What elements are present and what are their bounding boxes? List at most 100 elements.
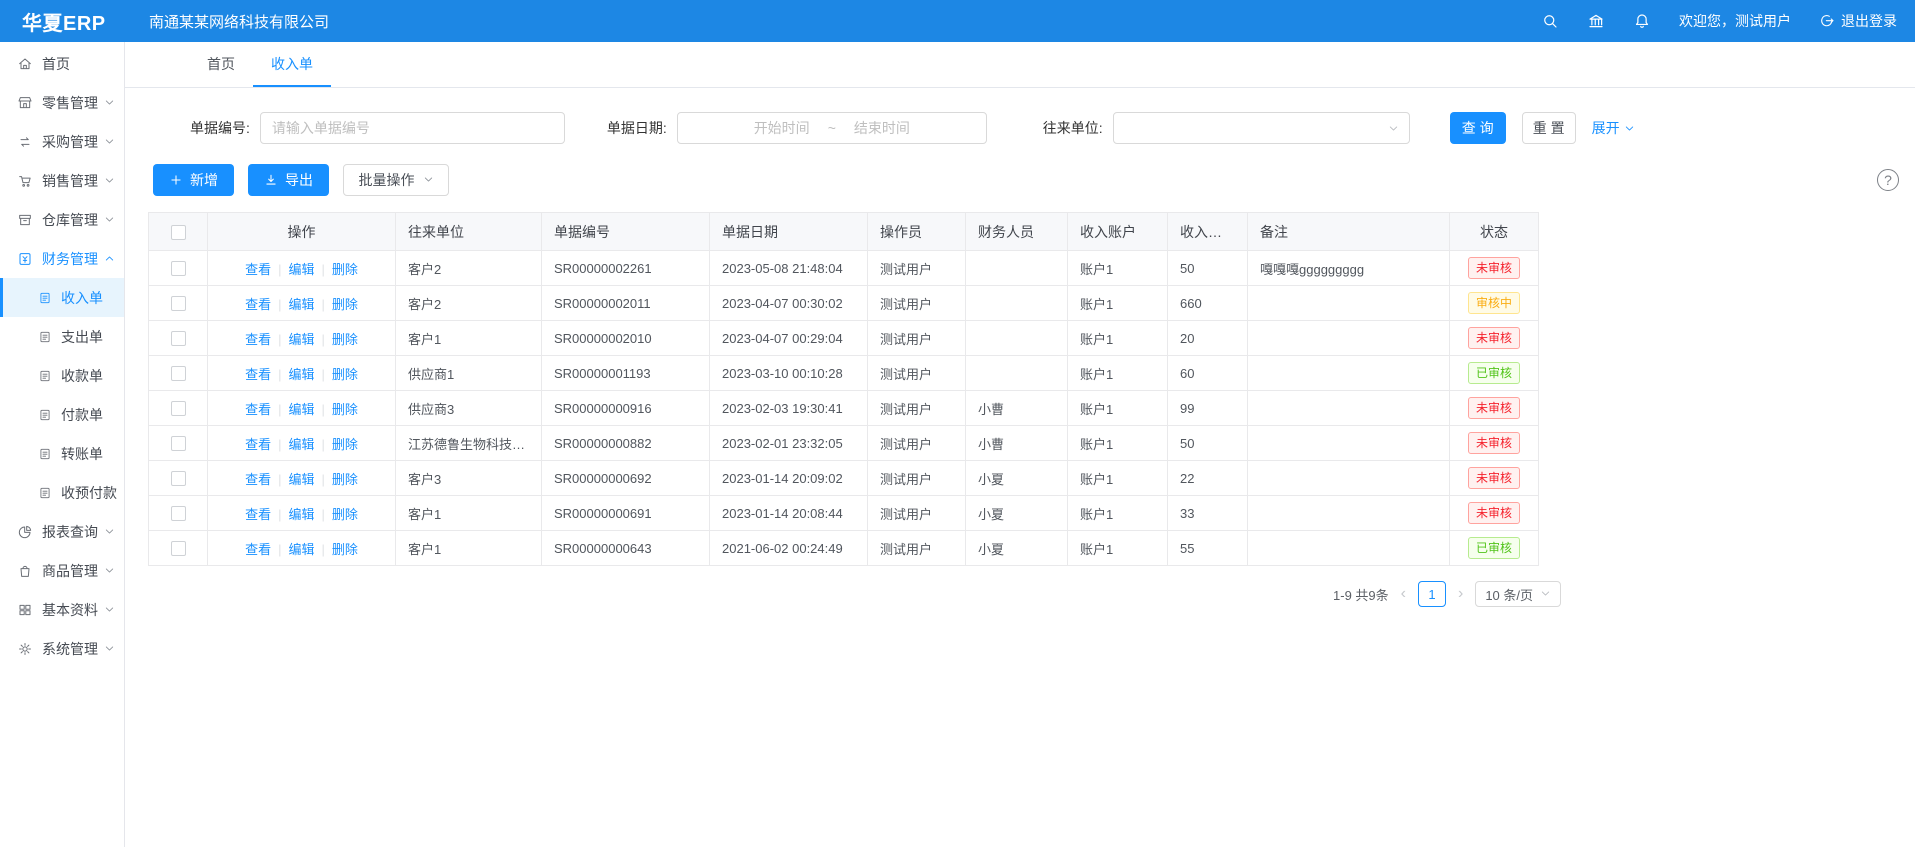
- row-checkbox[interactable]: [171, 331, 186, 346]
- select-all-checkbox[interactable]: [171, 225, 186, 240]
- remark-cell: [1248, 496, 1450, 531]
- sidebar-item-purchase[interactable]: 采购管理: [0, 122, 124, 161]
- next-page-button[interactable]: ›: [1456, 586, 1465, 602]
- bill-date-cell: 2023-02-03 19:30:41: [710, 391, 868, 426]
- edit-link[interactable]: 编辑: [288, 332, 314, 347]
- delete-link[interactable]: 删除: [332, 402, 358, 417]
- row-checkbox[interactable]: [171, 401, 186, 416]
- view-link[interactable]: 查看: [245, 402, 271, 417]
- bill-no-cell: SR00000000882: [542, 426, 710, 461]
- status-badge: 未审核: [1468, 432, 1520, 454]
- delete-link[interactable]: 删除: [332, 472, 358, 487]
- add-button[interactable]: 新增: [153, 164, 234, 196]
- chevron-down-icon: [104, 604, 115, 615]
- gear-icon: [17, 641, 33, 657]
- sidebar-item-payment-bill[interactable]: 付款单: [0, 395, 124, 434]
- finance-icon: [17, 251, 33, 267]
- delete-link[interactable]: 删除: [332, 542, 358, 557]
- row-checkbox[interactable]: [171, 366, 186, 381]
- operator-cell: 测试用户: [868, 251, 966, 286]
- edit-link[interactable]: 编辑: [288, 472, 314, 487]
- row-checkbox[interactable]: [171, 541, 186, 556]
- export-button[interactable]: 导出: [248, 164, 329, 196]
- edit-link[interactable]: 编辑: [288, 297, 314, 312]
- view-link[interactable]: 查看: [245, 507, 271, 522]
- row-checkbox-cell: [149, 286, 208, 321]
- bill-no-label: 单据编号:: [190, 118, 250, 138]
- batch-actions-button[interactable]: 批量操作: [343, 164, 449, 196]
- partner-select[interactable]: [1113, 112, 1410, 144]
- sidebar-item-finance[interactable]: 财务管理: [0, 239, 124, 278]
- page-size-select[interactable]: 10 条/页: [1475, 581, 1561, 607]
- reset-button[interactable]: 重 置: [1522, 112, 1576, 144]
- view-link[interactable]: 查看: [245, 262, 271, 277]
- edit-link[interactable]: 编辑: [288, 367, 314, 382]
- company-name: 南通某某网络科技有限公司: [149, 11, 329, 32]
- amount-cell: 20: [1168, 321, 1248, 356]
- sidebar-item-warehouse[interactable]: 仓库管理: [0, 200, 124, 239]
- row-actions: 查看|编辑|删除: [208, 496, 396, 531]
- delete-link[interactable]: 删除: [332, 332, 358, 347]
- row-checkbox[interactable]: [171, 506, 186, 521]
- edit-link[interactable]: 编辑: [288, 437, 314, 452]
- page-number-button[interactable]: 1: [1418, 581, 1446, 607]
- view-link[interactable]: 查看: [245, 542, 271, 557]
- status-badge: 未审核: [1468, 397, 1520, 419]
- sidebar-item-retail[interactable]: 零售管理: [0, 83, 124, 122]
- sidebar-item-report[interactable]: 报表查询: [0, 512, 124, 551]
- tab-home[interactable]: 首页: [189, 42, 253, 87]
- sidebar-item-receipt-bill[interactable]: 收款单: [0, 356, 124, 395]
- delete-link[interactable]: 删除: [332, 437, 358, 452]
- sidebar-item-system[interactable]: 系统管理: [0, 629, 124, 668]
- bank-icon[interactable]: [1587, 12, 1605, 30]
- prev-page-button[interactable]: ‹: [1399, 586, 1408, 602]
- amount-cell: 55: [1168, 531, 1248, 566]
- table-row: 查看|编辑|删除客户2SR000000022612023-05-08 21:48…: [149, 251, 1539, 286]
- row-checkbox[interactable]: [171, 261, 186, 276]
- sidebar-item-goods[interactable]: 商品管理: [0, 551, 124, 590]
- help-icon[interactable]: ?: [1877, 169, 1899, 191]
- search-button[interactable]: 查 询: [1450, 112, 1506, 144]
- sidebar-item-expense-bill[interactable]: 支出单: [0, 317, 124, 356]
- row-checkbox[interactable]: [171, 471, 186, 486]
- edit-link[interactable]: 编辑: [288, 262, 314, 277]
- sidebar-item-transfer-bill[interactable]: 转账单: [0, 434, 124, 473]
- sync-icon: [17, 134, 33, 150]
- table-row: 查看|编辑|删除供应商1SR000000011932023-03-10 00:1…: [149, 356, 1539, 391]
- search-icon[interactable]: [1541, 12, 1559, 30]
- amount-cell: 22: [1168, 461, 1248, 496]
- edit-link[interactable]: 编辑: [288, 402, 314, 417]
- date-range-picker[interactable]: 开始时间 ~ 结束时间: [677, 112, 987, 144]
- partner-cell: 客户1: [396, 321, 542, 356]
- sidebar-item-basic[interactable]: 基本资料: [0, 590, 124, 629]
- sidebar-item-sales[interactable]: 销售管理: [0, 161, 124, 200]
- view-link[interactable]: 查看: [245, 297, 271, 312]
- edit-link[interactable]: 编辑: [288, 542, 314, 557]
- view-link[interactable]: 查看: [245, 472, 271, 487]
- delete-link[interactable]: 删除: [332, 367, 358, 382]
- bell-icon[interactable]: [1633, 12, 1651, 30]
- chevron-down-icon: [104, 214, 115, 225]
- edit-link[interactable]: 编辑: [288, 507, 314, 522]
- table-row: 查看|编辑|删除客户1SR000000006912023-01-14 20:08…: [149, 496, 1539, 531]
- view-link[interactable]: 查看: [245, 437, 271, 452]
- row-actions: 查看|编辑|删除: [208, 356, 396, 391]
- delete-link[interactable]: 删除: [332, 297, 358, 312]
- delete-link[interactable]: 删除: [332, 262, 358, 277]
- logout-icon: [1819, 13, 1835, 29]
- row-checkbox[interactable]: [171, 436, 186, 451]
- bill-no-input[interactable]: [260, 112, 565, 144]
- delete-link[interactable]: 删除: [332, 507, 358, 522]
- row-checkbox-cell: [149, 496, 208, 531]
- sidebar-item-home[interactable]: 首页: [0, 44, 124, 83]
- tab-income-bill[interactable]: 收入单: [253, 42, 331, 87]
- sidebar-item-income-bill[interactable]: 收入单: [0, 278, 124, 317]
- expand-link[interactable]: 展开: [1592, 118, 1635, 138]
- finance-staff-cell: 小夏: [966, 531, 1068, 566]
- view-link[interactable]: 查看: [245, 332, 271, 347]
- row-checkbox[interactable]: [171, 296, 186, 311]
- sidebar-item-advance-receipt[interactable]: 收预付款: [0, 473, 124, 512]
- view-link[interactable]: 查看: [245, 367, 271, 382]
- logout-button[interactable]: 退出登录: [1819, 11, 1897, 31]
- bill-date-cell: 2023-02-01 23:32:05: [710, 426, 868, 461]
